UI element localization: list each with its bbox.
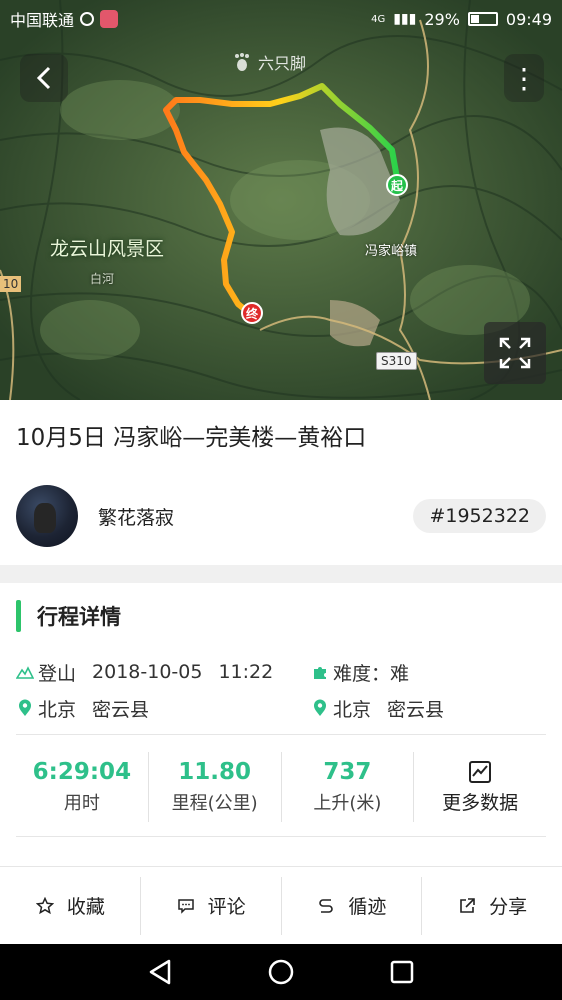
map-label-road-left: 10	[0, 276, 22, 292]
more-vertical-icon: ⋮	[510, 61, 538, 95]
activity-info: 登山 2018-10-05 11:22	[16, 659, 311, 686]
back-button[interactable]	[20, 54, 68, 102]
map-label-town: 冯家峪镇	[365, 244, 418, 259]
start-location-info: 北京 密云县	[16, 695, 311, 722]
difficulty-label: 难度：	[333, 662, 391, 685]
share-icon	[457, 896, 477, 916]
stat-ascent-label: 上升(米)	[313, 793, 382, 814]
comment-icon	[176, 896, 196, 916]
app-brand: 六只脚	[232, 50, 306, 74]
system-nav-bar	[0, 944, 562, 1000]
stat-duration-value: 6:29:04	[32, 759, 132, 785]
battery-icon	[467, 12, 498, 26]
end-city: 北京	[333, 698, 372, 721]
start-marker[interactable]: 起	[386, 174, 408, 196]
status-bar: 中国联通 4G ▮▮▮ 29% 09:49	[0, 0, 562, 38]
footprint-icon	[235, 53, 249, 71]
chevron-left-icon	[36, 66, 51, 90]
nav-recents-button[interactable]	[386, 956, 418, 988]
fullscreen-button[interactable]	[484, 322, 546, 384]
end-marker[interactable]: 终	[241, 302, 263, 324]
favorite-button[interactable]: 收藏	[0, 876, 141, 935]
stat-duration-label: 用时	[63, 793, 100, 814]
mountain-icon	[16, 663, 34, 681]
signal-icon: ▮▮▮	[393, 11, 417, 27]
more-options-button[interactable]: ⋮	[504, 54, 544, 102]
section-header: 行程详情	[16, 600, 121, 632]
triangle-back-icon	[150, 959, 171, 985]
circle-home-icon	[268, 959, 294, 985]
carrier-label: 中国联通	[10, 11, 75, 30]
avatar[interactable]	[16, 485, 78, 547]
more-data-button[interactable]: 更多数据	[414, 752, 546, 822]
track-path-icon	[316, 896, 336, 916]
section-accent-bar	[16, 600, 21, 632]
author-row[interactable]: 繁花落寂 #1952322	[16, 485, 546, 547]
stat-duration: 6:29:04 用时	[16, 752, 149, 822]
end-county: 密云县	[387, 698, 445, 721]
start-pin-icon	[16, 699, 34, 717]
comment-button[interactable]: 评论	[141, 876, 282, 935]
favorite-label: 收藏	[66, 896, 105, 918]
stat-ascent: 737 上升(米)	[282, 752, 415, 822]
end-pin-icon	[311, 699, 329, 717]
activity-type: 登山	[38, 662, 77, 685]
star-icon	[35, 896, 55, 916]
stats-divider-bottom	[16, 836, 546, 837]
map-view[interactable]: 中国联通 4G ▮▮▮ 29% 09:49 六只脚 ⋮ 龙云山风景区 冯家峪镇 …	[0, 0, 562, 400]
wifi-call-icon	[80, 12, 95, 26]
app-notification-icon	[100, 10, 119, 28]
brand-name: 六只脚	[258, 54, 307, 73]
stat-distance-value: 11.80	[178, 759, 251, 785]
follow-track-button[interactable]: 循迹	[282, 876, 423, 935]
stats-row: 6:29:04 用时 11.80 里程(公里) 737 上升(米) 更多数据	[16, 752, 546, 822]
network-label: 4G	[371, 13, 386, 25]
puzzle-icon	[311, 663, 329, 681]
clock: 09:49	[505, 9, 552, 29]
difficulty-value: 难	[390, 662, 410, 685]
nav-home-button[interactable]	[265, 956, 297, 988]
stat-distance: 11.80 里程(公里)	[149, 752, 282, 822]
nav-back-button[interactable]	[144, 956, 176, 988]
share-button[interactable]: 分享	[422, 877, 562, 935]
battery-percent: 29%	[424, 9, 460, 29]
start-county: 密云县	[92, 698, 150, 721]
track-id-badge: #1952322	[413, 499, 546, 533]
stat-distance-label: 里程(公里)	[171, 793, 258, 814]
share-label: 分享	[489, 896, 528, 918]
activity-date: 2018-10-05	[92, 661, 203, 683]
section-divider	[0, 565, 562, 583]
map-label-road: S310	[376, 352, 417, 370]
action-bar: 收藏 评论 循迹 分享	[0, 866, 562, 944]
difficulty-info: 难度： 难	[311, 659, 409, 686]
chart-icon	[469, 760, 492, 783]
expand-icon	[499, 337, 531, 369]
square-recents-icon	[390, 960, 413, 984]
stats-divider-top	[16, 734, 546, 735]
follow-track-label: 循迹	[348, 896, 387, 918]
username[interactable]: 繁花落寂	[98, 503, 174, 530]
map-label-scenic: 龙云山风景区	[50, 238, 165, 260]
trip-info: 登山 2018-10-05 11:22 难度： 难 北京 密云县 北京 密云县	[16, 654, 546, 726]
trip-title: 10月5日 冯家峪—完美楼—黄裕口	[16, 425, 367, 451]
section-title: 行程详情	[37, 605, 121, 629]
activity-time: 11:22	[218, 661, 274, 683]
start-city: 北京	[38, 698, 77, 721]
end-location-info: 北京 密云县	[311, 695, 444, 722]
stat-ascent-value: 737	[323, 759, 372, 785]
more-data-label: 更多数据	[442, 791, 519, 814]
map-label-river: 白河	[90, 272, 115, 286]
comment-label: 评论	[207, 896, 246, 918]
